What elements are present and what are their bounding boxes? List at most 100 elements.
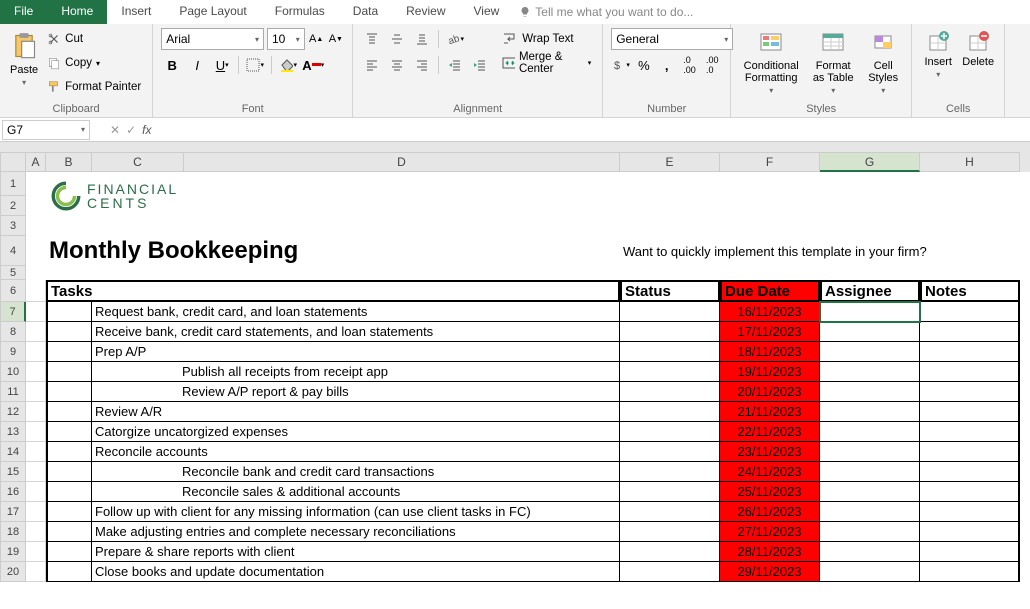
cell[interactable]: [920, 236, 1020, 266]
decrease-decimal-button[interactable]: .00.0: [702, 54, 722, 76]
row-header-15[interactable]: 15: [0, 462, 26, 482]
status-cell[interactable]: [620, 342, 720, 362]
tab-formulas[interactable]: Formulas: [261, 0, 339, 24]
tab-insert[interactable]: Insert: [107, 0, 165, 24]
row-header-19[interactable]: 19: [0, 542, 26, 562]
task-cell[interactable]: Receive bank, credit card statements, an…: [92, 322, 620, 342]
select-all-corner[interactable]: [0, 152, 26, 172]
cancel-formula-icon[interactable]: ✕: [110, 123, 120, 137]
assignee-cell[interactable]: [820, 342, 920, 362]
task-cell[interactable]: Make adjusting entries and complete nece…: [92, 522, 620, 542]
align-middle-button[interactable]: [386, 28, 408, 50]
cell[interactable]: [920, 216, 1020, 236]
delete-cells-button[interactable]: Delete: [960, 28, 996, 81]
header-notes[interactable]: Notes: [920, 280, 1020, 302]
col-header-b[interactable]: B: [46, 152, 92, 172]
due-date-cell[interactable]: 25/11/2023: [720, 482, 820, 502]
col-header-c[interactable]: C: [92, 152, 184, 172]
cell[interactable]: [46, 362, 92, 382]
status-cell[interactable]: [620, 562, 720, 582]
task-cell[interactable]: Follow up with client for any missing in…: [92, 502, 620, 522]
tab-view[interactable]: View: [460, 0, 514, 24]
underline-button[interactable]: U▾: [211, 54, 233, 76]
notes-cell[interactable]: [920, 382, 1020, 402]
cell[interactable]: [26, 302, 46, 322]
format-as-table-button[interactable]: Format as Table▾: [807, 28, 859, 97]
task-cell[interactable]: Review A/P report & pay bills: [92, 382, 620, 402]
cell[interactable]: [26, 562, 46, 582]
status-cell[interactable]: [620, 402, 720, 422]
merge-center-button[interactable]: Merge & Center ▾: [499, 52, 594, 74]
align-bottom-button[interactable]: [411, 28, 433, 50]
status-cell[interactable]: [620, 322, 720, 342]
status-cell[interactable]: [620, 522, 720, 542]
row-header-5[interactable]: 5: [0, 266, 26, 280]
notes-cell[interactable]: [920, 302, 1020, 322]
col-header-a[interactable]: A: [26, 152, 46, 172]
due-date-cell[interactable]: 21/11/2023: [720, 402, 820, 422]
cell[interactable]: [26, 542, 46, 562]
percent-button[interactable]: %: [634, 54, 654, 76]
due-date-cell[interactable]: 23/11/2023: [720, 442, 820, 462]
row-header-17[interactable]: 17: [0, 502, 26, 522]
cell[interactable]: [26, 502, 46, 522]
cell[interactable]: [26, 362, 46, 382]
row-header-11[interactable]: 11: [0, 382, 26, 402]
tell-me-search[interactable]: Tell me what you want to do...: [519, 0, 693, 24]
cell[interactable]: [26, 422, 46, 442]
cell[interactable]: [46, 382, 92, 402]
assignee-cell[interactable]: [820, 382, 920, 402]
row-header-13[interactable]: 13: [0, 422, 26, 442]
header-tasks[interactable]: Tasks: [46, 280, 620, 302]
tab-data[interactable]: Data: [339, 0, 392, 24]
status-cell[interactable]: [620, 362, 720, 382]
due-date-cell[interactable]: 16/11/2023: [720, 302, 820, 322]
cell[interactable]: [26, 322, 46, 342]
cell[interactable]: [46, 522, 92, 542]
align-top-button[interactable]: [361, 28, 383, 50]
cell[interactable]: [26, 236, 46, 266]
font-size-combo[interactable]: 10▾: [267, 28, 305, 50]
bold-button[interactable]: B: [161, 54, 183, 76]
status-cell[interactable]: [620, 422, 720, 442]
due-date-cell[interactable]: 18/11/2023: [720, 342, 820, 362]
assignee-cell[interactable]: [820, 422, 920, 442]
cell[interactable]: [46, 482, 92, 502]
cut-button[interactable]: Cut: [44, 28, 144, 50]
status-cell[interactable]: [620, 442, 720, 462]
cell[interactable]: [26, 280, 46, 302]
assignee-cell[interactable]: [820, 562, 920, 582]
status-cell[interactable]: [620, 302, 720, 322]
name-box[interactable]: G7▾: [2, 120, 90, 140]
task-cell[interactable]: Request bank, credit card, and loan stat…: [92, 302, 620, 322]
cell[interactable]: [46, 442, 92, 462]
cell[interactable]: [26, 402, 46, 422]
wrap-text-button[interactable]: Wrap Text: [499, 28, 594, 50]
number-format-combo[interactable]: General▾: [611, 28, 733, 50]
accounting-format-button[interactable]: $▾: [611, 54, 631, 76]
increase-indent-button[interactable]: [469, 54, 491, 76]
due-date-cell[interactable]: 24/11/2023: [720, 462, 820, 482]
cell[interactable]: [26, 482, 46, 502]
due-date-cell[interactable]: 27/11/2023: [720, 522, 820, 542]
notes-cell[interactable]: [920, 482, 1020, 502]
row-header-2[interactable]: 2: [0, 196, 26, 216]
notes-cell[interactable]: [920, 562, 1020, 582]
row-header-8[interactable]: 8: [0, 322, 26, 342]
cell[interactable]: [46, 462, 92, 482]
tab-file[interactable]: File: [0, 0, 47, 24]
cell[interactable]: [26, 522, 46, 542]
cell[interactable]: [26, 462, 46, 482]
row-header-16[interactable]: 16: [0, 482, 26, 502]
row-header-18[interactable]: 18: [0, 522, 26, 542]
notes-cell[interactable]: [920, 462, 1020, 482]
notes-cell[interactable]: [920, 502, 1020, 522]
assignee-cell[interactable]: [820, 302, 920, 322]
align-left-button[interactable]: [361, 54, 383, 76]
due-date-cell[interactable]: 26/11/2023: [720, 502, 820, 522]
comma-button[interactable]: ,: [657, 54, 677, 76]
status-cell[interactable]: [620, 382, 720, 402]
due-date-cell[interactable]: 28/11/2023: [720, 542, 820, 562]
cell[interactable]: [920, 172, 1020, 196]
task-cell[interactable]: Review A/R: [92, 402, 620, 422]
